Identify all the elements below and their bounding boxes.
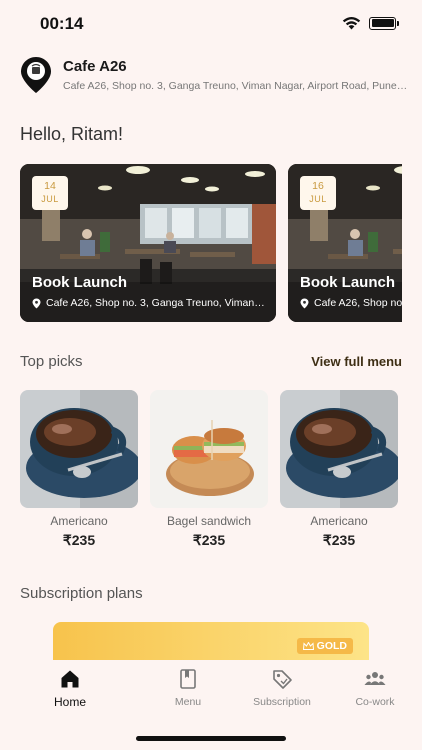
top-picks-title: Top picks — [20, 353, 83, 370]
event-location: Cafe A26, Shop no. 3, Ganga Treuno, Vima… — [300, 297, 402, 309]
cafe-name: Cafe A26 — [63, 58, 127, 75]
event-date-badge: 16 JUL — [300, 176, 336, 210]
tab-cowork[interactable]: Co-work — [325, 668, 422, 708]
product-price: ₹235 — [192, 532, 226, 548]
event-card[interactable]: 14 JUL Book Launch Cafe A26, Shop no. 3,… — [20, 164, 276, 322]
book-icon — [180, 669, 196, 689]
product-price: ₹235 — [322, 532, 356, 548]
view-full-menu-link[interactable]: View full menu — [311, 354, 402, 369]
product-name: Americano — [50, 514, 108, 528]
subscription-plans-title: Subscription plans — [20, 585, 143, 602]
tab-label: Co-work — [355, 696, 395, 708]
event-title: Book Launch — [32, 274, 128, 291]
map-pin-icon — [32, 298, 41, 308]
product-name: Bagel sandwich — [166, 514, 252, 528]
product-card[interactable]: Americano ₹235 — [280, 390, 398, 550]
product-card[interactable]: Bagel sandwich ₹235 — [150, 390, 268, 550]
event-location-text: Cafe A26, Shop no. 3, Ganga Treuno, Vima… — [46, 297, 266, 309]
cafe-address: Cafe A26, Shop no. 3, Ganga Treuno, Vima… — [63, 80, 408, 92]
product-image — [150, 390, 268, 508]
event-day: 14 — [44, 180, 56, 192]
crown-icon — [302, 642, 314, 650]
event-title: Book Launch — [300, 274, 396, 291]
status-icons — [342, 16, 399, 30]
location-pin-icon — [21, 57, 51, 93]
event-day: 16 — [312, 180, 324, 192]
map-pin-icon — [300, 298, 309, 308]
event-location-text: Cafe A26, Shop no. 3, Ganga Treuno, Vima… — [314, 297, 402, 309]
home-icon — [61, 670, 79, 688]
event-location: Cafe A26, Shop no. 3, Ganga Treuno, Vima… — [32, 297, 266, 309]
event-month: JUL — [309, 194, 327, 204]
event-card[interactable]: 16 JUL Book Launch Cafe A26, Shop no. 3,… — [288, 164, 402, 322]
tab-subscription[interactable]: Subscription — [232, 668, 332, 708]
top-picks-list[interactable]: Americano ₹235 Bagel sandwich ₹235 Ameri… — [20, 390, 422, 550]
product-image — [280, 390, 398, 508]
location-header[interactable]: Cafe A26 Cafe A26, Shop no. 3, Ganga Tre… — [20, 56, 410, 96]
people-icon — [364, 672, 386, 685]
product-image — [20, 390, 138, 508]
greeting: Hello, Ritam! — [20, 124, 124, 144]
tab-home[interactable]: Home — [20, 668, 120, 709]
tag-icon — [273, 670, 292, 689]
gold-badge: GOLD — [296, 638, 353, 654]
event-date-badge: 14 JUL — [32, 176, 68, 210]
battery-icon — [369, 16, 399, 30]
status-bar: 00:14 — [0, 0, 422, 48]
wifi-icon — [342, 17, 361, 30]
events-carousel[interactable]: 14 JUL Book Launch Cafe A26, Shop no. 3,… — [20, 164, 402, 322]
tab-label: Home — [53, 695, 86, 709]
product-price: ₹235 — [62, 532, 96, 548]
product-card[interactable]: Americano ₹235 — [20, 390, 138, 550]
tab-label: Menu — [174, 696, 202, 708]
home-indicator — [136, 736, 286, 741]
tab-menu[interactable]: Menu — [138, 668, 238, 708]
status-time: 00:14 — [40, 14, 84, 33]
tab-label: Subscription — [253, 696, 311, 708]
gold-badge-label: GOLD — [316, 640, 347, 652]
product-name: Americano — [310, 514, 368, 528]
event-month: JUL — [41, 194, 59, 204]
